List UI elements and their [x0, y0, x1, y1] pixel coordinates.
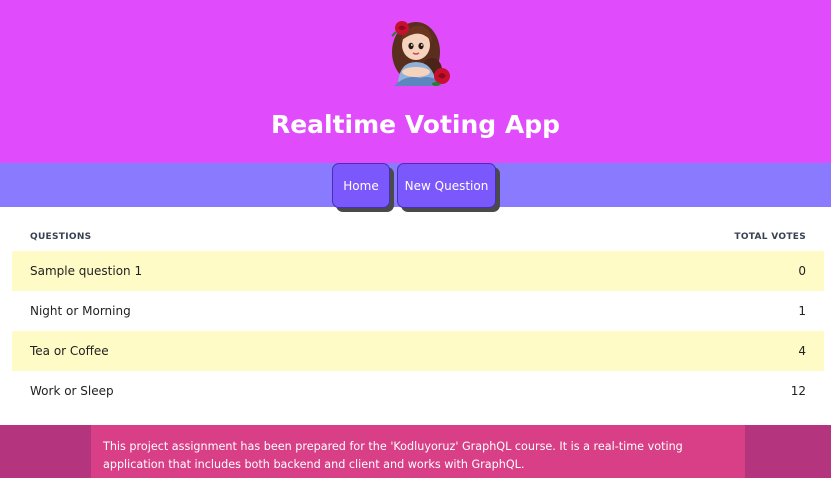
vote-count: 4 [798, 344, 806, 358]
total-votes-column-header: TOTAL VOTES [734, 231, 806, 242]
questions-column-header: QUESTIONS [30, 231, 92, 242]
vote-count: 12 [790, 384, 806, 398]
avatar-logo-icon [391, 21, 450, 86]
vote-count: 0 [798, 264, 806, 278]
question-text[interactable]: Work or Sleep [30, 384, 114, 398]
question-text[interactable]: Sample question 1 [30, 264, 142, 278]
table-row[interactable]: Tea or Coffee 4 [12, 331, 824, 371]
nav-bar: Home New Question [0, 163, 831, 208]
footer-text: This project assignment has been prepare… [91, 425, 745, 478]
table-row[interactable]: Work or Sleep 12 [12, 371, 824, 411]
page-title: Realtime Voting App [270, 110, 561, 139]
question-text[interactable]: Tea or Coffee [30, 344, 109, 358]
table-row[interactable]: Night or Morning 1 [12, 291, 824, 331]
page-footer: This project assignment has been prepare… [0, 425, 831, 478]
app-header: Realtime Voting App [0, 0, 831, 163]
home-button[interactable]: Home [332, 163, 390, 208]
questions-table: QUESTIONS TOTAL VOTES Sample question 1 … [12, 222, 824, 411]
table-header: QUESTIONS TOTAL VOTES [12, 222, 824, 251]
new-question-button[interactable]: New Question [397, 163, 496, 208]
table-row[interactable]: Sample question 1 0 [12, 251, 824, 291]
vote-count: 1 [798, 304, 806, 318]
question-text[interactable]: Night or Morning [30, 304, 131, 318]
